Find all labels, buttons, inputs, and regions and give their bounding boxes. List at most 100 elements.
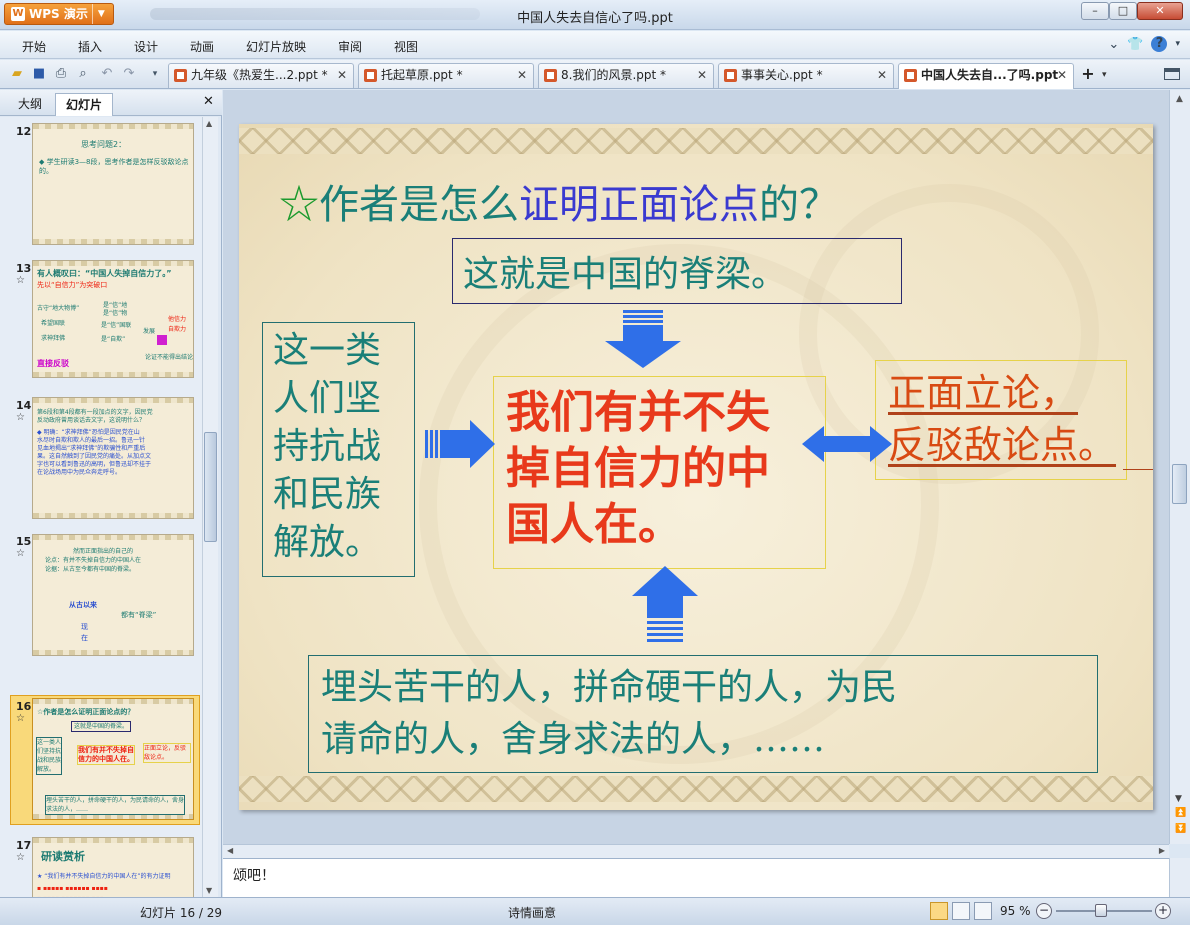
- textbox-main-thesis[interactable]: 我们有并不失 掉自信力的中 国人在。: [493, 376, 826, 569]
- close-tab-icon[interactable]: ✕: [517, 64, 527, 86]
- arrow-down-icon[interactable]: [605, 310, 685, 370]
- tab-outline[interactable]: 大纲: [8, 93, 52, 116]
- close-tab-icon[interactable]: ✕: [877, 64, 887, 86]
- menu-right-controls: ⌄ 👕 ? ▾: [1108, 36, 1180, 52]
- tab-label: 事事关心.ppt *: [741, 68, 823, 82]
- arrow-right-icon[interactable]: [425, 420, 497, 470]
- tab-label: 九年级《热爱生...2.ppt *: [191, 68, 328, 82]
- textbox-backbone[interactable]: 这就是中国的脊梁。: [452, 238, 902, 304]
- arrow-up-icon[interactable]: [632, 566, 698, 654]
- tab-label: 托起草原.ppt *: [381, 68, 463, 82]
- decorative-border-bottom: [239, 776, 1153, 802]
- slide-title[interactable]: ☆作者是怎么证明正面论点的？: [279, 172, 839, 230]
- tab-document-3[interactable]: 8.我们的风景.ppt * ✕: [538, 63, 714, 88]
- zoom-in-button[interactable]: +: [1155, 903, 1171, 919]
- scroll-thumb[interactable]: [1172, 464, 1187, 504]
- tab-document-1[interactable]: 九年级《热爱生...2.ppt * ✕: [168, 63, 354, 88]
- undo-icon[interactable]: ↶: [98, 65, 116, 83]
- scroll-down-icon[interactable]: ▼: [1175, 794, 1182, 804]
- animation-star-icon: ☆: [16, 852, 25, 863]
- thumbnail-scrollbar[interactable]: ▲ ▼: [202, 117, 218, 897]
- maximize-button[interactable]: □: [1109, 2, 1137, 20]
- close-tab-icon[interactable]: ✕: [697, 64, 707, 86]
- help-dropdown-icon[interactable]: ▾: [1175, 39, 1180, 49]
- window-layout-icon[interactable]: [1164, 68, 1180, 80]
- slide-thumbnail-17[interactable]: 研读赏析 ★ “我们有并不失掉自信力的中国人在”的有力证明 ▪ ▪▪▪▪▪ ▪▪…: [32, 837, 194, 897]
- ppt-file-icon: [544, 69, 557, 82]
- next-slide-icon[interactable]: ⏬: [1175, 824, 1186, 834]
- slide-horizontal-scrollbar[interactable]: ◀ ▶: [223, 844, 1169, 858]
- tab-label: 8.我们的风景.ppt *: [561, 68, 667, 82]
- open-folder-icon[interactable]: ▰: [8, 65, 26, 83]
- slide-sorter-view-icon[interactable]: [952, 902, 970, 920]
- textbox-argument-method[interactable]: 正面立论， 反驳敌论点。: [875, 360, 1127, 480]
- textbox-resistance[interactable]: 这一类 人们坚 持抗战 和民族 解放。: [262, 322, 415, 577]
- print-icon[interactable]: ⎙: [52, 65, 70, 83]
- normal-view-icon[interactable]: [930, 902, 948, 920]
- slide-thumbnail-15[interactable]: 然而正面指出的自己的 论点：有并不失掉自信力的中国人在 论据：从古至今都有中国的…: [32, 534, 194, 656]
- slide-canvas[interactable]: ☆作者是怎么证明正面论点的？ 这就是中国的脊梁。 这一类 人们坚 持抗战 和民族…: [239, 124, 1153, 810]
- slides-panel: 大纲 幻灯片 ✕ 12 思考问题2： ◆ 学生研读3—8段，思考作者是怎样反驳敌…: [0, 90, 222, 897]
- slide-thumbnail-list: 12 思考问题2： ◆ 学生研读3—8段，思考作者是怎样反驳敌论点的。 13 ☆…: [0, 117, 202, 897]
- close-tab-icon[interactable]: ✕: [337, 64, 347, 86]
- slide-thumbnail-12[interactable]: 思考问题2： ◆ 学生研读3—8段，思考作者是怎样反驳敌论点的。: [32, 123, 194, 245]
- decorative-border-top: [239, 128, 1153, 154]
- new-tab-button[interactable]: +: [1077, 64, 1099, 86]
- skin-icon[interactable]: 👕: [1127, 37, 1143, 52]
- help-icon[interactable]: ?: [1151, 36, 1168, 52]
- scroll-down-icon[interactable]: ▼: [206, 886, 212, 895]
- customize-toolbar-icon[interactable]: ▾: [146, 65, 164, 83]
- print-preview-icon[interactable]: ⌕: [74, 65, 92, 83]
- scroll-left-icon[interactable]: ◀: [227, 846, 233, 855]
- ppt-file-icon: [724, 69, 737, 82]
- menu-view[interactable]: 视图: [394, 38, 418, 55]
- redo-icon[interactable]: ↷: [120, 65, 138, 83]
- double-arrow-icon[interactable]: [802, 422, 892, 466]
- speaker-notes-text[interactable]: 颂吧！: [233, 865, 275, 885]
- scroll-up-icon[interactable]: ▲: [1176, 94, 1183, 104]
- menu-home[interactable]: 开始: [22, 38, 46, 55]
- textbox-examples[interactable]: 埋头苦干的人，拼命硬干的人，为民 请命的人，舍身求法的人，……: [308, 655, 1098, 773]
- save-icon[interactable]: ■: [30, 65, 48, 83]
- tab-menu-chevron-icon[interactable]: ▾: [1102, 64, 1116, 86]
- menu-animation[interactable]: 动画: [190, 38, 214, 55]
- notes-scrollbar[interactable]: [1169, 858, 1190, 897]
- thumb-number: 15: [16, 535, 32, 548]
- slide-thumbnail-14[interactable]: 第6段和第4段都有一段加点的文字，因民党 反动政府曾用谈话去文字，这说明什么？ …: [32, 397, 194, 519]
- speaker-notes-pane[interactable]: 颂吧！: [223, 858, 1169, 897]
- close-panel-icon[interactable]: ✕: [203, 94, 214, 109]
- close-window-button[interactable]: ✕: [1137, 2, 1183, 20]
- collapse-ribbon-icon[interactable]: ⌄: [1108, 37, 1119, 52]
- menu-slideshow[interactable]: 幻灯片放映: [246, 38, 306, 55]
- theme-name: 诗情画意: [508, 906, 557, 920]
- slide-thumbnail-13[interactable]: 有人概叹曰：“中国人失掉自信力了。” 先以“自信力”为突破口 古守“地大物博” …: [32, 260, 194, 378]
- animation-star-icon: ☆: [16, 713, 25, 724]
- menu-insert[interactable]: 插入: [78, 38, 102, 55]
- window-title: 中国人失去自信心了吗.ppt: [517, 11, 673, 26]
- tab-document-2[interactable]: 托起草原.ppt * ✕: [358, 63, 534, 88]
- thumb-number: 13: [16, 262, 32, 275]
- star-icon: ☆: [279, 182, 319, 228]
- tab-document-4[interactable]: 事事关心.ppt * ✕: [718, 63, 894, 88]
- zoom-slider-handle[interactable]: [1095, 904, 1107, 917]
- previous-slide-icon[interactable]: ⏫: [1175, 808, 1186, 818]
- slide-thumbnail-16[interactable]: ☆作者是怎么证明正面论点的？ 这就是中国的脊梁。 这一类人们坚持抗战和民族解放。…: [32, 698, 194, 820]
- zoom-level: 95 %: [1000, 904, 1031, 918]
- scroll-right-icon[interactable]: ▶: [1159, 846, 1165, 855]
- minimize-button[interactable]: –: [1081, 2, 1109, 20]
- scroll-thumb[interactable]: [204, 432, 217, 542]
- slide-vertical-scrollbar[interactable]: ▲ ▼ ⏫ ⏬: [1169, 90, 1190, 844]
- ppt-file-icon: [904, 69, 917, 82]
- document-tab-bar: ▰ ■ ⎙ ⌕ ↶ ↷ ▾ 九年级《热爱生...2.ppt * ✕ 托起草原.p…: [0, 60, 1190, 89]
- menu-design[interactable]: 设计: [134, 38, 158, 55]
- menu-review[interactable]: 审阅: [338, 38, 362, 55]
- thumb-number: 14: [16, 399, 32, 412]
- thumb-number: 16: [16, 700, 32, 713]
- zoom-out-button[interactable]: −: [1036, 903, 1052, 919]
- scroll-up-icon[interactable]: ▲: [206, 119, 212, 128]
- slideshow-view-icon[interactable]: [974, 902, 992, 920]
- tab-document-active[interactable]: 中国人失去自...了吗.ppt ✕: [898, 63, 1074, 89]
- menu-bar: 开始 插入 设计 动画 幻灯片放映 审阅 视图 ⌄ 👕 ? ▾: [0, 31, 1190, 59]
- close-tab-icon[interactable]: ✕: [1057, 64, 1067, 86]
- tab-slides[interactable]: 幻灯片: [55, 93, 113, 116]
